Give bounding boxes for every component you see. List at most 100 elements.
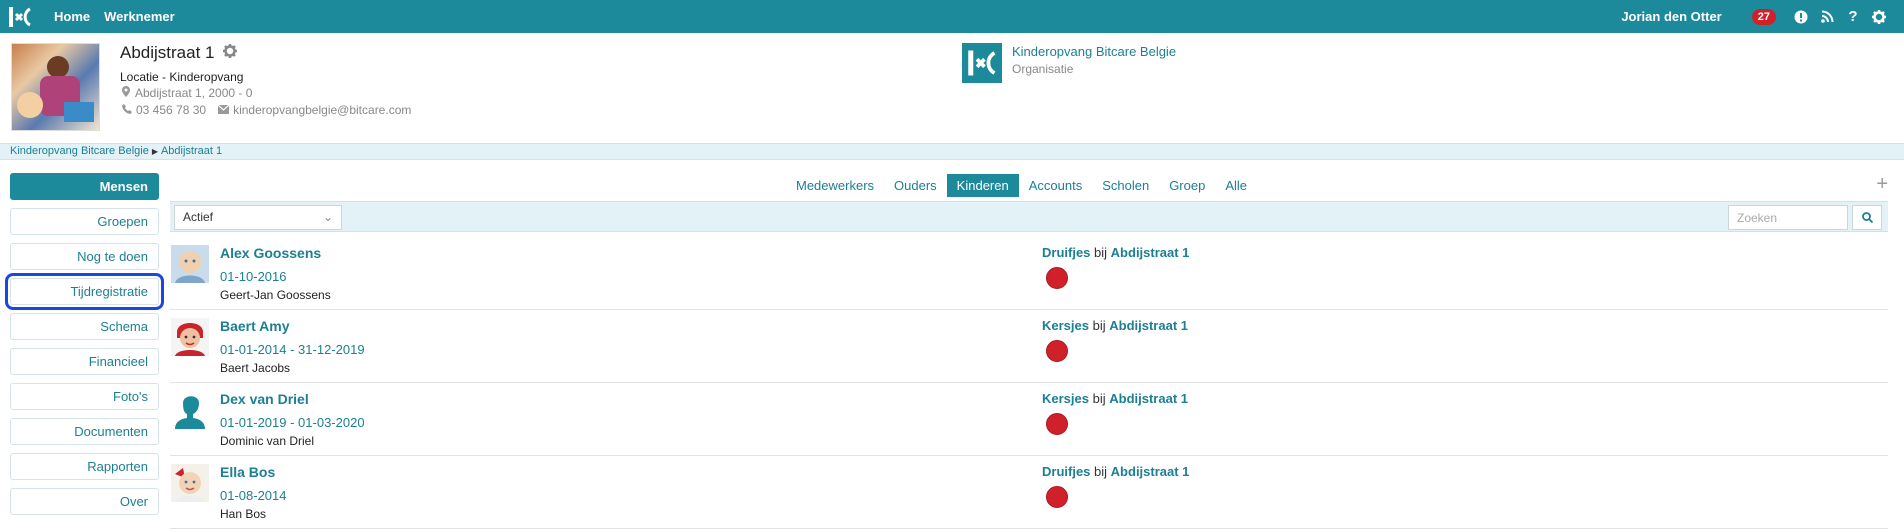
avatar[interactable] — [171, 318, 209, 356]
tab-accounts[interactable]: Accounts — [1019, 174, 1092, 197]
tab-medewerkers[interactable]: Medewerkers — [786, 174, 884, 197]
group-assignment: Kersjes bij Abdijstraat 1 — [1042, 318, 1188, 333]
sidebar-item-nog-te-doen[interactable]: Nog te doen — [10, 243, 159, 270]
nav-home[interactable]: Home — [54, 9, 90, 24]
child-name-link[interactable]: Alex Goossens — [220, 245, 321, 261]
organization-name-link[interactable]: Kinderopvang Bitcare Belgie — [1012, 44, 1176, 59]
search-icon — [1861, 212, 1873, 223]
group-assignment: Druifjes bij Abdijstraat 1 — [1042, 245, 1189, 260]
organization-logo[interactable] — [962, 43, 1002, 83]
group-link[interactable]: Druifjes — [1042, 245, 1090, 260]
breadcrumb-item-organization[interactable]: Kinderopvang Bitcare Belgie — [10, 145, 149, 157]
avatar[interactable] — [171, 391, 209, 429]
envelope-icon — [217, 103, 230, 117]
group-connector: bij — [1094, 245, 1108, 260]
child-parent: Han Bos — [220, 507, 267, 521]
location-link[interactable]: Abdijstraat 1 — [1109, 318, 1188, 333]
status-dot[interactable] — [1046, 486, 1068, 508]
breadcrumb-item-location[interactable]: Abdijstraat 1 — [161, 145, 222, 157]
child-name-link[interactable]: Dex van Driel — [220, 391, 309, 407]
sidebar-item-groepen[interactable]: Groepen — [10, 208, 159, 235]
status-select[interactable]: Actief ⌄ — [174, 205, 342, 230]
location-title-row: Abdijstraat 1 — [120, 43, 237, 63]
location-email[interactable]: kinderopvangbelgie@bitcare.com — [233, 103, 411, 117]
group-connector: bij — [1092, 391, 1106, 406]
child-parent: Baert Jacobs — [220, 361, 291, 375]
avatar[interactable] — [171, 464, 209, 502]
phone-icon — [122, 103, 132, 117]
child-parent: Dominic van Driel — [220, 434, 315, 448]
chevron-down-icon: ⌄ — [322, 210, 333, 224]
tab-scholen[interactable]: Scholen — [1092, 174, 1159, 197]
location-photo — [11, 43, 100, 131]
nav-werknemer[interactable]: Werknemer — [104, 9, 175, 24]
child-date-range: 01-08-2014 — [220, 488, 287, 503]
group-connector: bij — [1094, 464, 1108, 479]
child-parent: Geert-Jan Goossens — [220, 288, 331, 302]
status-select-value: Actief — [183, 210, 214, 224]
top-navbar: Home Werknemer Jorian den Otter 27 ? — [0, 0, 1904, 33]
status-dot[interactable] — [1046, 413, 1068, 435]
rss-icon[interactable] — [1816, 6, 1838, 28]
child-date-range: 01-01-2019 - 01-03-2020 — [220, 415, 365, 430]
sidebar: Mensen Groepen Nog te doen Tijdregistrat… — [5, 173, 164, 523]
list-item: Baert Amy 01-01-2014 - 31-12-2019 Baert … — [170, 310, 1888, 383]
list-item: Ella Bos 01-08-2014 Han Bos Druifjes bij… — [170, 456, 1888, 529]
app-logo[interactable] — [0, 0, 40, 33]
location-contact-row: 03 456 78 30 kinderopvangbelgie@bitcare.… — [122, 103, 415, 117]
settings-gear-icon[interactable] — [222, 43, 237, 63]
sidebar-item-financieel[interactable]: Financieel — [10, 348, 159, 375]
child-name-link[interactable]: Ella Bos — [220, 464, 275, 480]
child-date-range: 01-10-2016 — [220, 269, 287, 284]
people-tabs: Medewerkers Ouders Kinderen Accounts Sch… — [786, 173, 1257, 197]
group-link[interactable]: Kersjes — [1042, 318, 1089, 333]
tab-ouders[interactable]: Ouders — [884, 174, 947, 197]
sidebar-item-tijdregistratie[interactable]: Tijdregistratie — [5, 273, 164, 310]
sidebar-item-schema[interactable]: Schema — [10, 313, 159, 340]
organization-subtitle: Organisatie — [1012, 62, 1074, 76]
status-dot[interactable] — [1046, 340, 1068, 362]
sidebar-item-mensen[interactable]: Mensen — [10, 173, 159, 200]
sidebar-item-over[interactable]: Over — [10, 488, 159, 515]
group-assignment: Kersjes bij Abdijstraat 1 — [1042, 391, 1188, 406]
map-marker-icon — [122, 86, 130, 100]
location-link[interactable]: Abdijstraat 1 — [1109, 391, 1188, 406]
sidebar-item-documenten[interactable]: Documenten — [10, 418, 159, 445]
location-phone[interactable]: 03 456 78 30 — [136, 103, 206, 117]
location-link[interactable]: Abdijstraat 1 — [1111, 245, 1190, 260]
avatar[interactable] — [171, 245, 209, 283]
child-name-link[interactable]: Baert Amy — [220, 318, 290, 334]
list-item: Alex Goossens 01-10-2016 Geert-Jan Gooss… — [170, 237, 1888, 310]
group-link[interactable]: Kersjes — [1042, 391, 1089, 406]
page-title: Abdijstraat 1 — [120, 43, 215, 62]
group-link[interactable]: Druifjes — [1042, 464, 1090, 479]
location-header: Abdijstraat 1 Locatie - Kinderopvang Abd… — [0, 33, 1904, 143]
info-icon[interactable] — [1790, 6, 1812, 28]
user-name[interactable]: Jorian den Otter — [1621, 9, 1721, 24]
location-type: Locatie - Kinderopvang — [120, 70, 244, 84]
tab-alle[interactable]: Alle — [1215, 174, 1257, 197]
location-address: Abdijstraat 1, 2000 - 0 — [135, 86, 253, 100]
add-plus-icon[interactable]: + — [1876, 173, 1888, 196]
sidebar-item-fotos[interactable]: Foto's — [10, 383, 159, 410]
help-icon[interactable]: ? — [1842, 6, 1864, 28]
status-dot[interactable] — [1046, 267, 1068, 289]
location-link[interactable]: Abdijstraat 1 — [1111, 464, 1190, 479]
group-connector: bij — [1092, 318, 1106, 333]
search-input[interactable] — [1728, 205, 1848, 230]
notification-badge[interactable]: 27 — [1751, 8, 1776, 25]
gear-icon[interactable] — [1868, 6, 1890, 28]
child-date-range: 01-01-2014 - 31-12-2019 — [220, 342, 365, 357]
children-list: Alex Goossens 01-10-2016 Geert-Jan Gooss… — [170, 237, 1888, 529]
bitcare-logo-icon — [9, 6, 31, 27]
list-item: Dex van Driel 01-01-2019 - 01-03-2020 Do… — [170, 383, 1888, 456]
group-assignment: Druifjes bij Abdijstraat 1 — [1042, 464, 1189, 479]
tab-groep[interactable]: Groep — [1159, 174, 1215, 197]
location-address-row: Abdijstraat 1, 2000 - 0 — [122, 86, 252, 100]
sidebar-item-rapporten[interactable]: Rapporten — [10, 453, 159, 480]
tab-kinderen[interactable]: Kinderen — [946, 173, 1019, 197]
breadcrumb-separator-icon: ▶ — [151, 147, 158, 156]
search-button[interactable] — [1852, 205, 1882, 230]
breadcrumb: Kinderopvang Bitcare Belgie ▶ Abdijstraat … — [0, 143, 1904, 160]
filter-bar: Actief ⌄ — [170, 201, 1888, 232]
